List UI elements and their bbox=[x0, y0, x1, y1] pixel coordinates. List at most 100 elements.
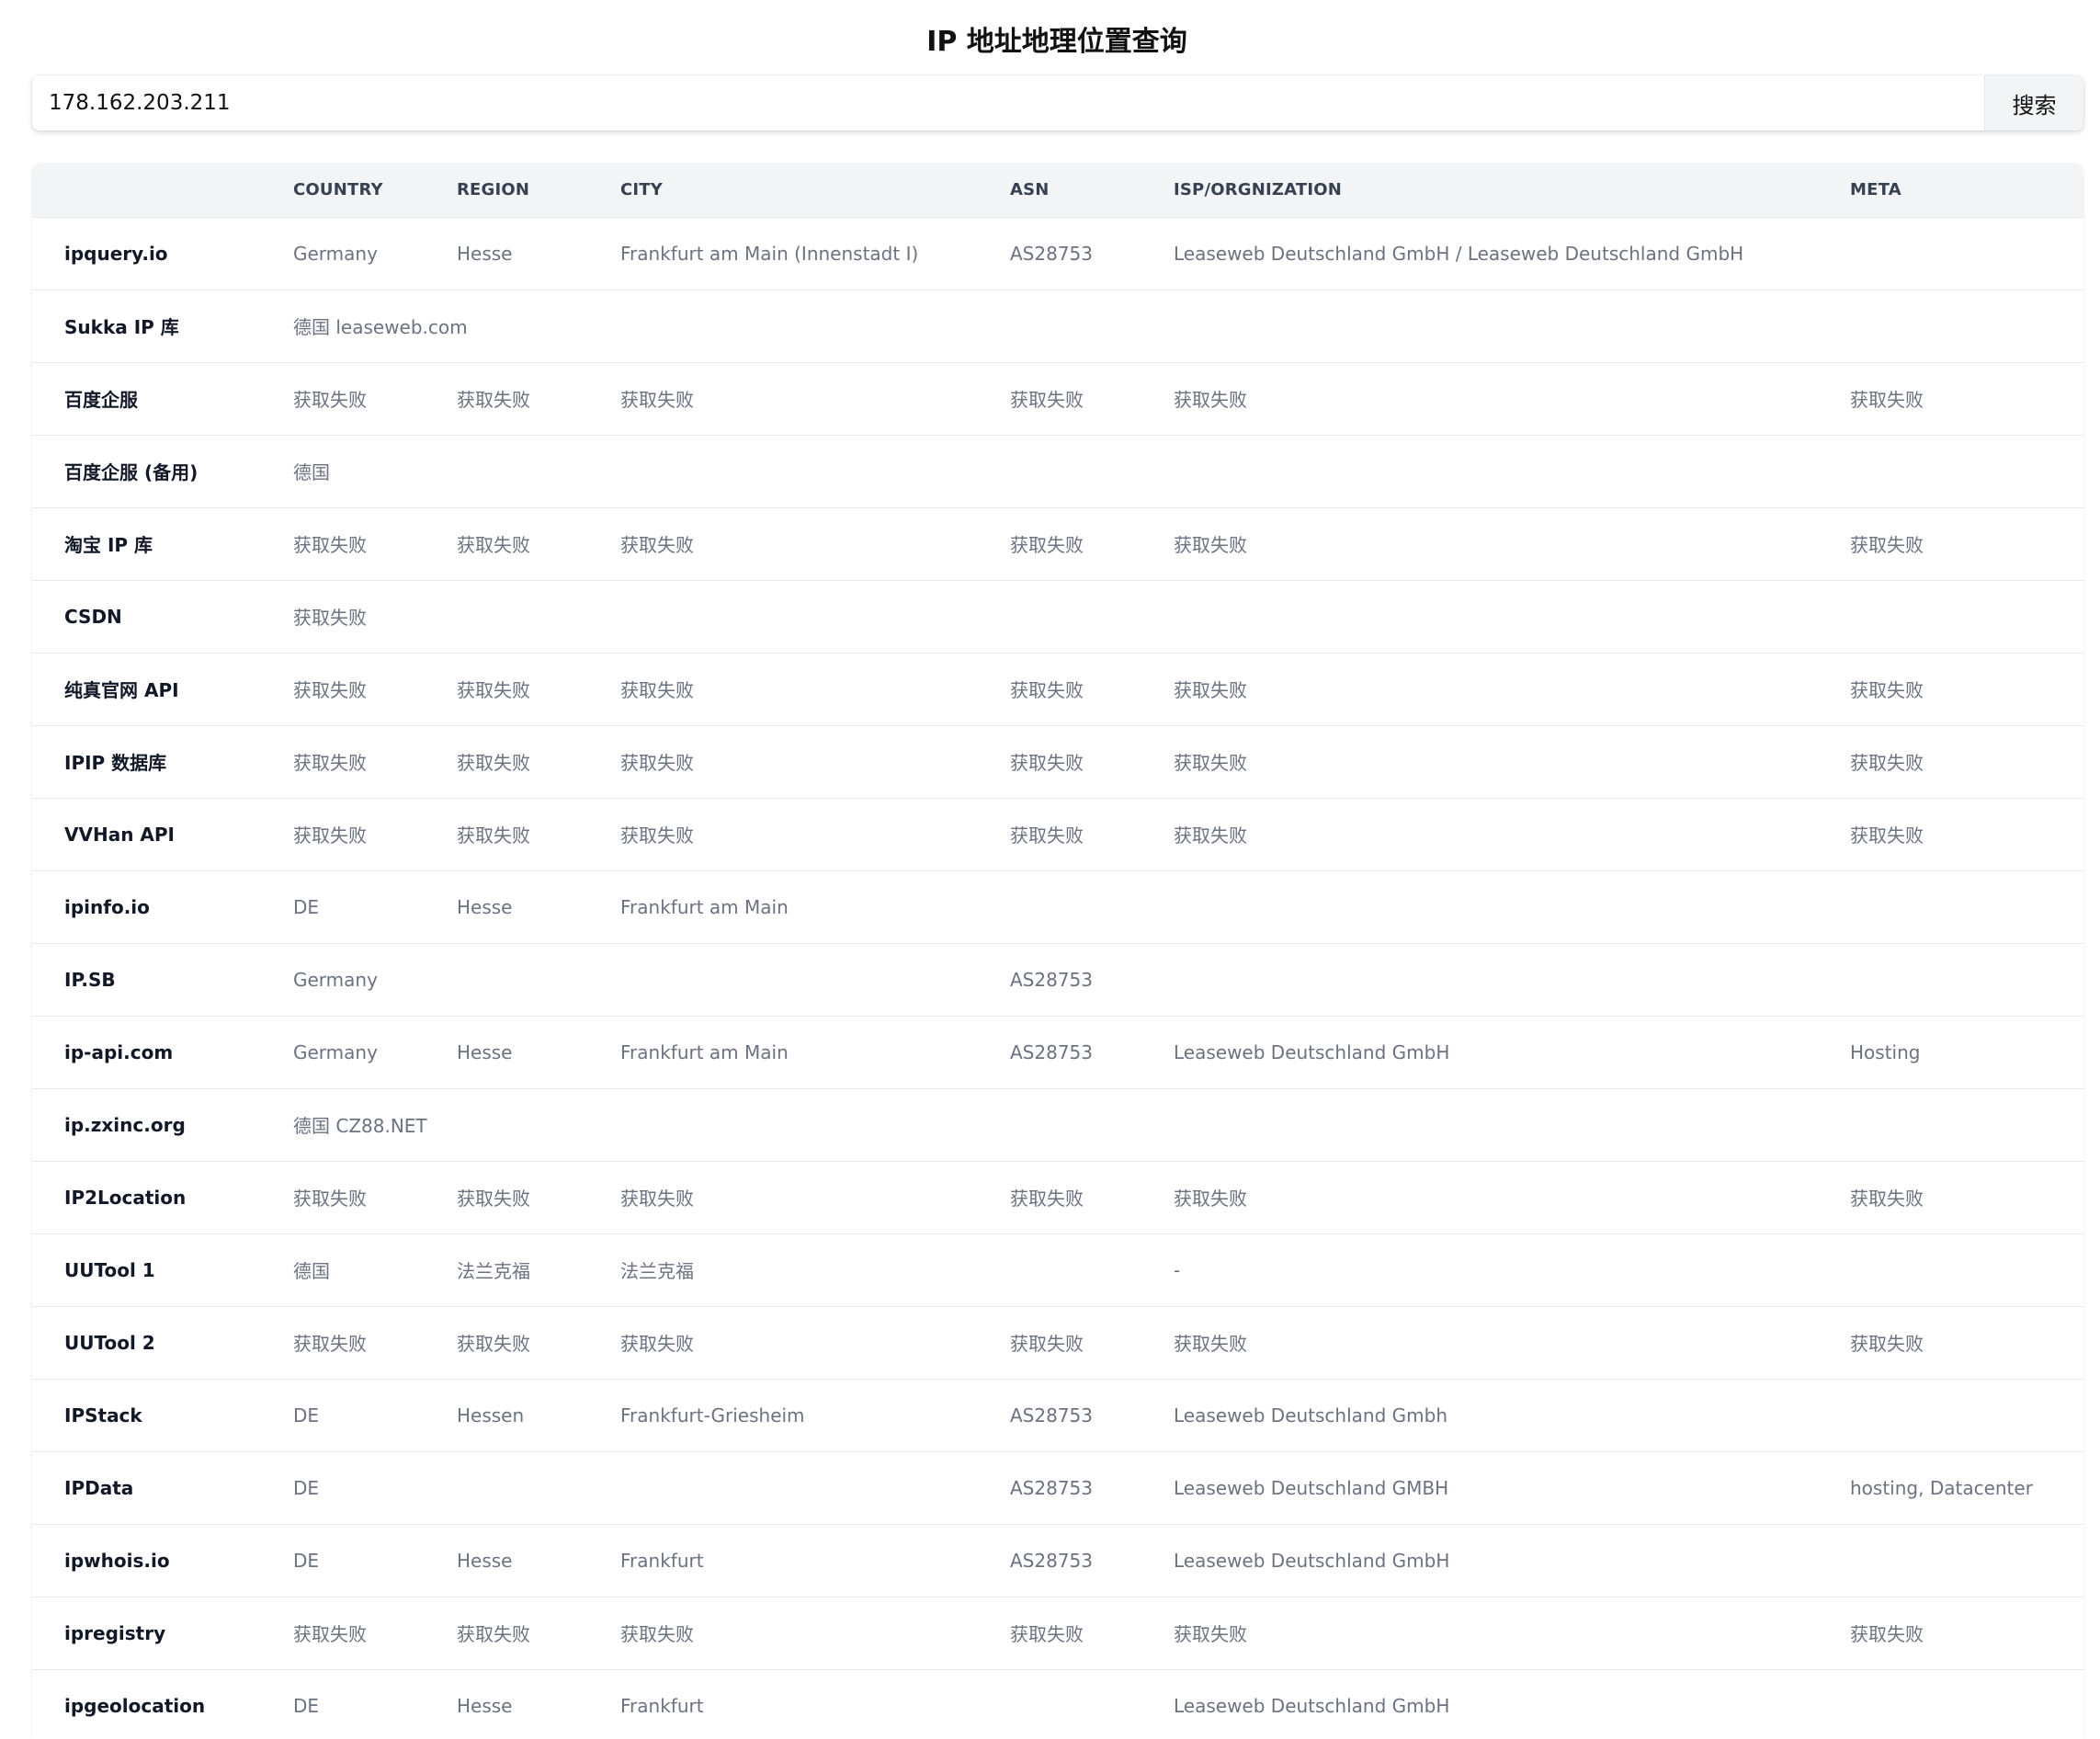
cell-asn: 获取失败 bbox=[1010, 824, 1084, 847]
row-summary-cell: 获取失败 bbox=[293, 607, 367, 629]
cell-source: ipwhois.io bbox=[64, 1549, 170, 1572]
header-asn: ASN bbox=[1010, 180, 1050, 200]
cell-city: Frankfurt-Griesheim bbox=[620, 1404, 805, 1426]
header-region: REGION bbox=[457, 180, 530, 200]
cell-asn: AS28753 bbox=[1010, 1404, 1093, 1426]
cell-isp: 获取失败 bbox=[1174, 752, 1247, 774]
table-row: ip-api.com Germany Hesse Frankfurt am Main A… bbox=[32, 1016, 2083, 1088]
cell-city: 获取失败 bbox=[620, 752, 694, 774]
cell-source: IP2Location bbox=[64, 1186, 187, 1209]
cell-region: 获取失败 bbox=[457, 1188, 530, 1210]
cell-meta: hosting, Datacenter bbox=[1850, 1476, 2033, 1499]
cell-city bbox=[620, 1451, 1010, 1524]
cell-country: Germany bbox=[293, 242, 378, 265]
cell-meta bbox=[1850, 870, 2083, 943]
cell-meta: 获取失败 bbox=[1850, 752, 1924, 774]
cell-source: CSDN bbox=[64, 605, 122, 628]
cell-meta: 获取失败 bbox=[1850, 1188, 1924, 1210]
cell-asn: 获取失败 bbox=[1010, 534, 1084, 556]
cell-asn bbox=[1010, 1233, 1174, 1306]
table-row: ip.zxinc.org 德国 CZ88.NET bbox=[32, 1088, 2083, 1161]
cell-region: 法兰克福 bbox=[457, 1260, 530, 1282]
cell-source: 百度企服 (备用) bbox=[64, 461, 199, 483]
cell-region: Hesse bbox=[457, 1040, 513, 1063]
cell-city: 获取失败 bbox=[620, 679, 694, 701]
table-row: CSDN 获取失败 bbox=[32, 580, 2083, 653]
cell-isp: 获取失败 bbox=[1174, 534, 1247, 556]
header-meta: META bbox=[1850, 180, 1901, 200]
cell-country: 获取失败 bbox=[293, 1333, 367, 1355]
cell-region: 获取失败 bbox=[457, 1333, 530, 1355]
cell-city: Frankfurt bbox=[620, 1694, 704, 1717]
table-row: IPIP 数据库 获取失败 获取失败 获取失败 获取失败 获取失败 获取失败 bbox=[32, 725, 2083, 798]
cell-asn: 获取失败 bbox=[1010, 1623, 1084, 1645]
cell-asn: AS28753 bbox=[1010, 1549, 1093, 1572]
cell-meta bbox=[1850, 1379, 2083, 1451]
cell-city: 获取失败 bbox=[620, 1333, 694, 1355]
cell-city: 获取失败 bbox=[620, 824, 694, 847]
cell-asn: AS28753 bbox=[1010, 1476, 1093, 1499]
cell-meta bbox=[1850, 1669, 2083, 1739]
cell-asn bbox=[1010, 1669, 1174, 1739]
cell-isp: 获取失败 bbox=[1174, 824, 1247, 847]
cell-region: 获取失败 bbox=[457, 389, 530, 411]
cell-meta: Hosting bbox=[1850, 1040, 1921, 1063]
cell-country: Germany bbox=[293, 1040, 378, 1063]
cell-country: 德国 bbox=[293, 1260, 330, 1282]
table-row: VVHan API 获取失败 获取失败 获取失败 获取失败 获取失败 获取失败 bbox=[32, 798, 2083, 870]
search-bar: 搜索 bbox=[32, 75, 2083, 131]
cell-isp: 获取失败 bbox=[1174, 1188, 1247, 1210]
cell-meta: 获取失败 bbox=[1850, 1333, 1924, 1355]
table-row: ipgeolocation DE Hesse Frankfurt Leaseweb De… bbox=[32, 1669, 2083, 1739]
cell-isp: 获取失败 bbox=[1174, 679, 1247, 701]
table-row: IPStack DE Hessen Frankfurt-Griesheim AS2875… bbox=[32, 1379, 2083, 1451]
table-row: IP2Location 获取失败 获取失败 获取失败 获取失败 获取失败 获取失败 bbox=[32, 1161, 2083, 1233]
table-row: 纯真官网 API 获取失败 获取失败 获取失败 获取失败 获取失败 获取失败 bbox=[32, 653, 2083, 725]
cell-region: Hessen bbox=[457, 1404, 525, 1426]
cell-region bbox=[457, 943, 620, 1016]
cell-country: Germany bbox=[293, 968, 378, 991]
cell-asn: AS28753 bbox=[1010, 242, 1093, 265]
cell-isp: Leaseweb Deutschland Gmbh bbox=[1174, 1404, 1447, 1426]
cell-source: 纯真官网 API bbox=[64, 679, 179, 701]
cell-city: Frankfurt bbox=[620, 1549, 704, 1572]
cell-city: 获取失败 bbox=[620, 1623, 694, 1645]
cell-isp bbox=[1174, 870, 1850, 943]
cell-country: DE bbox=[293, 1694, 320, 1717]
header-source bbox=[32, 164, 293, 217]
cell-isp: - bbox=[1174, 1258, 1181, 1281]
cell-country: 获取失败 bbox=[293, 752, 367, 774]
cell-region: 获取失败 bbox=[457, 824, 530, 847]
cell-source: ip.zxinc.org bbox=[64, 1113, 186, 1136]
cell-source: UUTool 2 bbox=[64, 1331, 155, 1354]
search-button[interactable]: 搜索 bbox=[1984, 75, 2083, 131]
table-row: IPData DE AS28753 Leaseweb Deutschland GMBH… bbox=[32, 1451, 2083, 1524]
cell-asn: AS28753 bbox=[1010, 1040, 1093, 1063]
cell-city: 获取失败 bbox=[620, 534, 694, 556]
page-title: IP 地址地理位置查询 bbox=[926, 26, 1187, 58]
cell-meta: 获取失败 bbox=[1850, 1623, 1924, 1645]
table-row: 淘宝 IP 库 获取失败 获取失败 获取失败 获取失败 获取失败 获取失败 bbox=[32, 507, 2083, 580]
cell-asn: 获取失败 bbox=[1010, 752, 1084, 774]
table-row: 百度企服 (备用) 德国 bbox=[32, 435, 2083, 507]
ip-search-input[interactable] bbox=[32, 75, 1984, 131]
cell-country: 获取失败 bbox=[293, 824, 367, 847]
cell-asn: 获取失败 bbox=[1010, 1333, 1084, 1355]
cell-meta: 获取失败 bbox=[1850, 389, 1924, 411]
cell-source: UUTool 1 bbox=[64, 1258, 155, 1281]
cell-source: ipregistry bbox=[64, 1621, 166, 1644]
cell-source: 淘宝 IP 库 bbox=[64, 534, 153, 556]
cell-isp bbox=[1174, 943, 1850, 1016]
cell-region: Hesse bbox=[457, 1694, 513, 1717]
cell-country: 获取失败 bbox=[293, 679, 367, 701]
cell-country: DE bbox=[293, 895, 320, 918]
cell-city bbox=[620, 943, 1010, 1016]
cell-meta: 获取失败 bbox=[1850, 679, 1924, 701]
table-header-row: COUNTRY REGION CITY ASN ISP/ORGNIZATION … bbox=[32, 164, 2083, 217]
cell-meta bbox=[1850, 943, 2083, 1016]
cell-region: 获取失败 bbox=[457, 534, 530, 556]
cell-country: 获取失败 bbox=[293, 1188, 367, 1210]
cell-asn: AS28753 bbox=[1010, 968, 1093, 991]
cell-isp: 获取失败 bbox=[1174, 389, 1247, 411]
cell-asn: 获取失败 bbox=[1010, 679, 1084, 701]
